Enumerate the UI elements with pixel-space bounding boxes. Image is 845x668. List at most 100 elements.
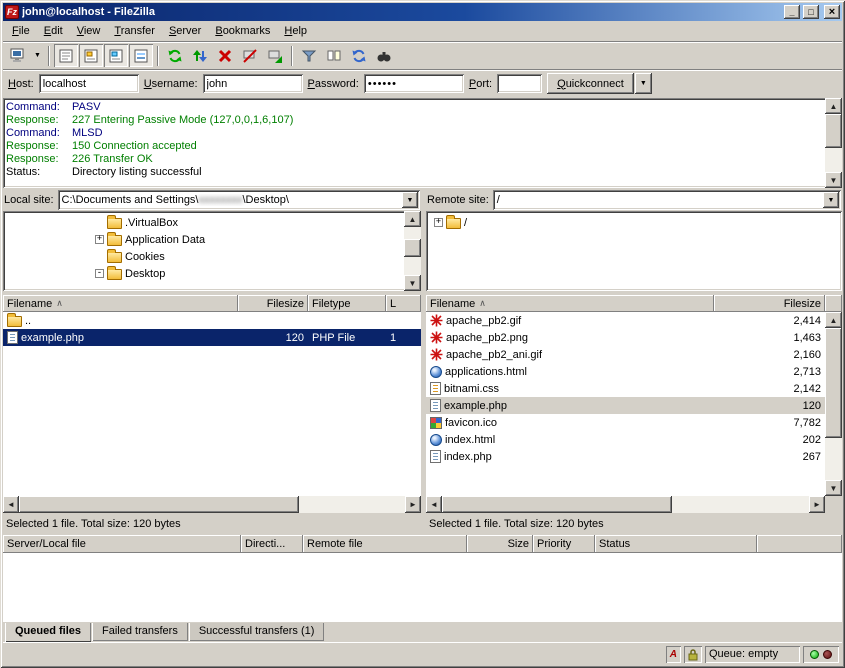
queue-tabs: Queued files Failed transfers Successful… <box>3 622 842 642</box>
site-manager-dropdown-button[interactable]: ▼ <box>31 44 44 67</box>
quickconnect-button[interactable]: Quickconnect <box>547 73 634 94</box>
process-queue-button[interactable] <box>188 44 212 67</box>
compare-button[interactable] <box>322 44 346 67</box>
menu-view[interactable]: View <box>70 22 108 40</box>
column-header-direction[interactable]: Directi... <box>241 535 303 553</box>
tree-collapse-icon[interactable]: - <box>95 269 104 278</box>
local-site-dropdown-button[interactable]: ▼ <box>402 192 418 208</box>
cancel-button[interactable] <box>213 44 237 67</box>
tree-item-virtualbox[interactable]: .VirtualBox <box>3 214 404 231</box>
scrollbar-track[interactable] <box>825 328 842 480</box>
minimize-button[interactable]: _ <box>784 5 800 19</box>
port-input[interactable] <box>497 74 542 93</box>
password-input[interactable] <box>364 74 464 93</box>
column-header-filetype[interactable]: Filetype <box>308 295 386 312</box>
reconnect-button[interactable] <box>263 44 287 67</box>
menu-help[interactable]: Help <box>277 22 314 40</box>
tree-expand-icon[interactable]: + <box>434 218 443 227</box>
menu-edit[interactable]: Edit <box>37 22 70 40</box>
scroll-left-icon[interactable]: ◄ <box>3 496 19 513</box>
scrollbar-track[interactable] <box>19 496 405 513</box>
scrollbar-thumb[interactable] <box>442 496 672 513</box>
toggle-local-tree-button[interactable] <box>79 44 103 67</box>
tab-failed-transfers[interactable]: Failed transfers <box>92 623 188 641</box>
tree-item-root[interactable]: +/ <box>426 214 842 231</box>
column-header-filename[interactable]: Filename∧ <box>426 295 714 312</box>
log-scrollbar[interactable]: ▲ ▼ <box>825 98 842 188</box>
disconnect-button[interactable] <box>238 44 262 67</box>
file-row-applications-html[interactable]: applications.html 2,713 <box>426 363 825 380</box>
remote-directory-tree: +/ <box>426 211 842 291</box>
remote-site-combo[interactable]: / ▼ <box>493 190 841 210</box>
scroll-up-icon[interactable]: ▲ <box>404 211 421 227</box>
queue-list-body <box>3 553 842 622</box>
file-row-apache-pb2-png[interactable]: apache_pb2.png 1,463 <box>426 329 825 346</box>
scrollbar-thumb[interactable] <box>19 496 299 513</box>
username-input[interactable] <box>203 74 303 93</box>
tree-item-desktop[interactable]: -Desktop <box>3 265 404 282</box>
file-row-parent-directory[interactable]: .. <box>3 312 421 329</box>
column-header-size[interactable]: Size <box>467 535 533 553</box>
host-input[interactable] <box>39 74 139 93</box>
local-site-combo[interactable]: C:\Documents and Settings\xxxxxxxx\Deskt… <box>58 190 420 210</box>
file-row-bitnami-css[interactable]: bitnami.css 2,142 <box>426 380 825 397</box>
menu-server[interactable]: Server <box>162 22 208 40</box>
column-header-remote-file[interactable]: Remote file <box>303 535 467 553</box>
column-header-filesize[interactable]: Filesize <box>238 295 308 312</box>
scroll-up-icon[interactable]: ▲ <box>825 98 842 114</box>
file-row-apache-pb2-ani-gif[interactable]: apache_pb2_ani.gif 2,160 <box>426 346 825 363</box>
column-header-filename[interactable]: Filename∧ <box>3 295 238 312</box>
file-row-example-php[interactable]: example.php 120 <box>426 397 825 414</box>
find-button[interactable] <box>372 44 396 67</box>
close-button[interactable]: × <box>824 5 840 19</box>
scroll-right-icon[interactable]: ► <box>405 496 421 513</box>
remote-list-scrollbar[interactable]: ▲ ▼ <box>825 312 842 496</box>
sync-browsing-button[interactable] <box>347 44 371 67</box>
tab-successful-transfers[interactable]: Successful transfers (1) <box>189 623 325 641</box>
remote-site-row: Remote site: / ▼ <box>426 189 842 211</box>
column-header-server-local-file[interactable]: Server/Local file <box>3 535 241 553</box>
filter-button[interactable] <box>297 44 321 67</box>
tab-queued-files[interactable]: Queued files <box>5 623 91 642</box>
scrollbar-track[interactable] <box>442 496 809 513</box>
local-tree-scrollbar[interactable]: ▲ ▼ <box>404 211 421 291</box>
file-row-index-html[interactable]: index.html 202 <box>426 431 825 448</box>
scroll-down-icon[interactable]: ▼ <box>825 480 842 496</box>
toggle-remote-tree-button[interactable] <box>104 44 128 67</box>
scroll-up-icon[interactable]: ▲ <box>825 312 842 328</box>
scrollbar-thumb[interactable] <box>404 239 421 257</box>
quickconnect-dropdown-button[interactable]: ▼ <box>635 73 652 94</box>
menu-file[interactable]: File <box>5 22 37 40</box>
toggle-message-log-button[interactable] <box>54 44 78 67</box>
column-header-filesize[interactable]: Filesize <box>714 295 825 312</box>
scrollbar-track[interactable] <box>825 114 842 172</box>
scroll-left-icon[interactable]: ◄ <box>426 496 442 513</box>
maximize-button[interactable]: □ <box>803 5 819 19</box>
toggle-queue-button[interactable] <box>129 44 153 67</box>
scrollbar-thumb[interactable] <box>825 114 842 148</box>
scrollbar-thumb[interactable] <box>825 328 842 438</box>
remote-site-dropdown-button[interactable]: ▼ <box>823 192 839 208</box>
scrollbar-track[interactable] <box>404 227 421 275</box>
menu-bookmarks[interactable]: Bookmarks <box>208 22 277 40</box>
local-list-hscrollbar[interactable]: ◄ ► <box>3 496 421 513</box>
file-row-favicon-ico[interactable]: favicon.ico 7,782 <box>426 414 825 431</box>
tree-expand-icon[interactable]: + <box>95 235 104 244</box>
tree-item-application-data[interactable]: +Application Data <box>3 231 404 248</box>
refresh-button[interactable] <box>163 44 187 67</box>
file-row-index-php[interactable]: index.php 267 <box>426 448 825 465</box>
menu-transfer[interactable]: Transfer <box>107 22 162 40</box>
titlebar[interactable]: Fz john@localhost - FileZilla _ □ × <box>3 3 842 21</box>
site-manager-button[interactable] <box>6 44 30 67</box>
file-row-example-php[interactable]: example.php 120 PHP File 1 <box>3 329 421 346</box>
column-header-priority[interactable]: Priority <box>533 535 595 553</box>
toolbar-separator <box>48 46 50 66</box>
tree-item-cookies[interactable]: Cookies <box>3 248 404 265</box>
column-header-last-modified[interactable]: L <box>386 295 421 312</box>
scroll-down-icon[interactable]: ▼ <box>825 172 842 188</box>
remote-list-hscrollbar[interactable]: ◄ ► <box>426 496 842 513</box>
file-row-apache-pb2-gif[interactable]: apache_pb2.gif 2,414 <box>426 312 825 329</box>
scroll-down-icon[interactable]: ▼ <box>404 275 421 291</box>
column-header-status[interactable]: Status <box>595 535 757 553</box>
scroll-right-icon[interactable]: ► <box>809 496 825 513</box>
